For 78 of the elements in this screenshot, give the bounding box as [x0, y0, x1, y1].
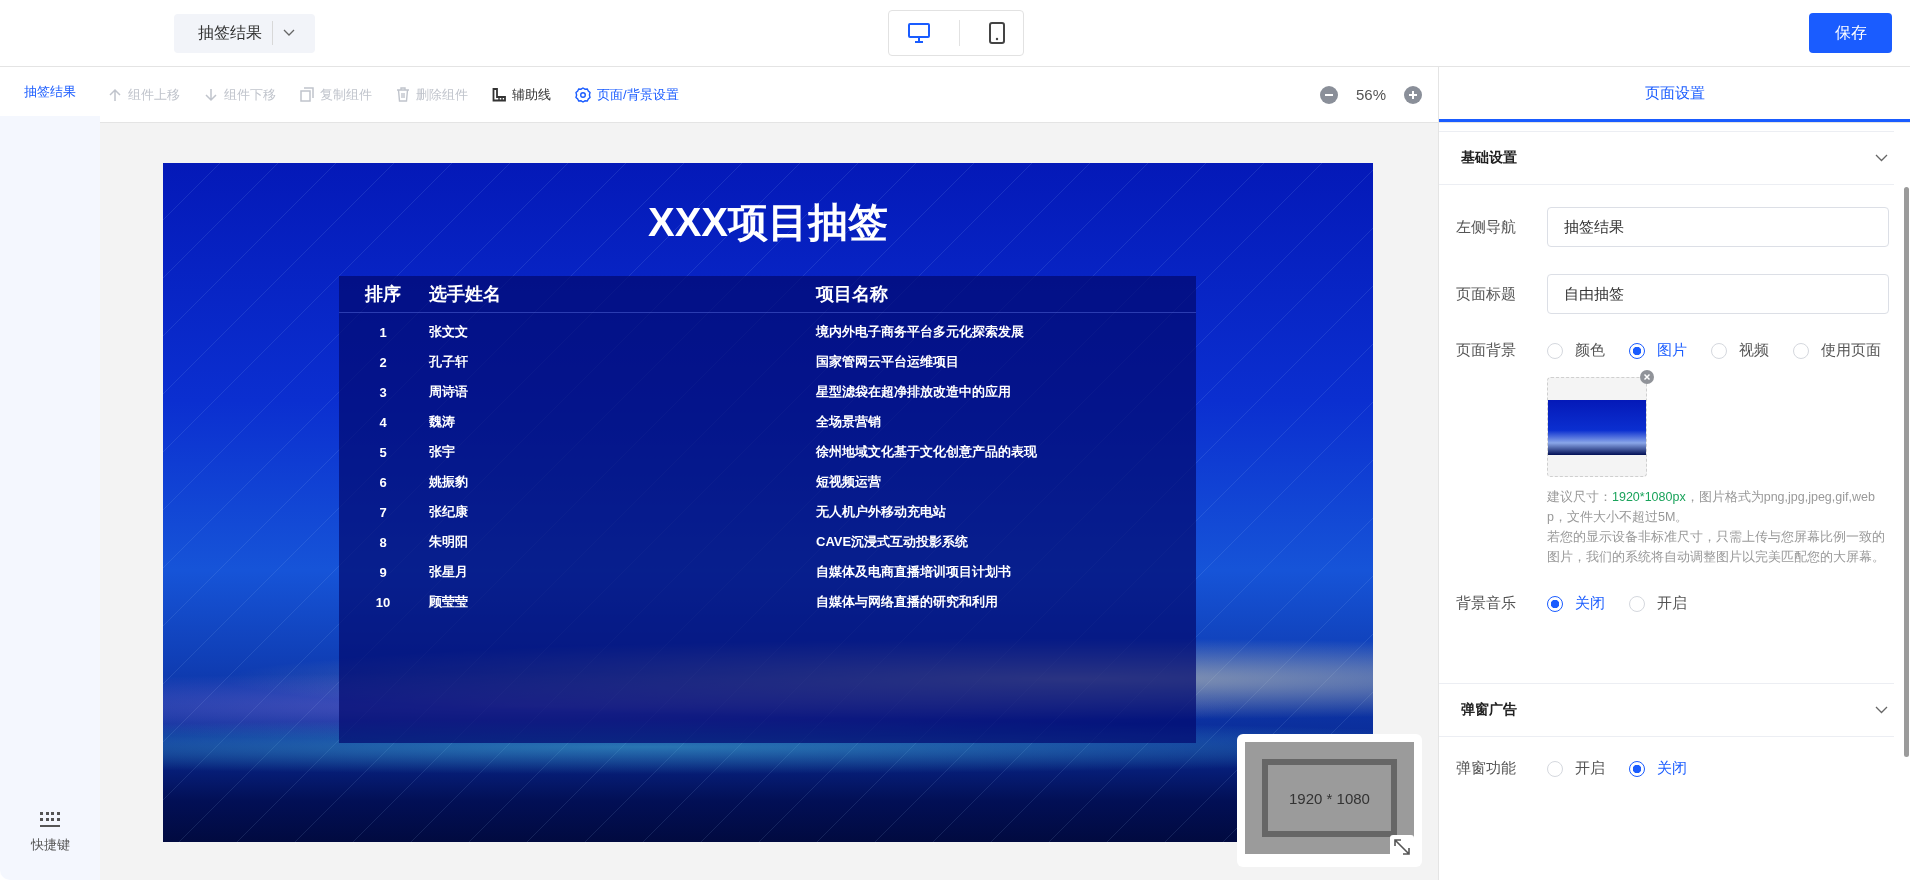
table-cell-text: 张星月 [428, 563, 469, 581]
ruler-icon [492, 87, 506, 102]
image-upload-box[interactable] [1547, 377, 1647, 477]
column-header: 排序 [364, 283, 402, 306]
table-cell-text: 朱明阳 [428, 533, 469, 551]
radio-option[interactable]: 视频 [1711, 341, 1769, 360]
table-cell-text: 自媒体及电商直播培训项目计划书 [816, 563, 1012, 581]
table-cell-text: 境内外电子商务平台多元化探索发展 [816, 323, 1025, 341]
radio-option[interactable]: 关闭 [1629, 759, 1687, 778]
settings-icon [575, 86, 591, 103]
radio-option[interactable]: 颜色 [1547, 341, 1605, 360]
chevron-down-icon [1875, 154, 1888, 162]
radio-option[interactable]: 关闭 [1547, 594, 1605, 613]
table-cell-text: 8 [378, 534, 388, 550]
zoom-out-icon[interactable] [1319, 85, 1338, 104]
field-label: 页面背景 [1456, 341, 1517, 360]
save-button[interactable]: 保存 [1809, 13, 1892, 53]
zoom-in-icon[interactable] [1404, 85, 1422, 104]
table-cell-text: 短视频运营 [816, 473, 882, 491]
table-cell-text: 7 [378, 504, 388, 520]
text-field[interactable]: 抽签结果 [1547, 207, 1889, 247]
text-field[interactable]: 自由抽签 [1547, 274, 1889, 314]
table-cell-text: 5 [378, 444, 388, 460]
table-cell-text: 3 [378, 384, 388, 400]
chevron-down-icon [283, 29, 295, 37]
table-cell-text: 10 [374, 594, 392, 610]
field-label: 左侧导航 [1456, 217, 1517, 237]
remove-icon[interactable] [1640, 370, 1654, 384]
column-header: 项目名称 [816, 283, 889, 306]
radio-option[interactable]: 使用页面 [1793, 341, 1881, 360]
table-cell-text: 魏涛 [428, 413, 456, 431]
page-select[interactable]: 抽签结果 [174, 13, 315, 53]
table-cell-text: 1 [378, 324, 388, 340]
table-cell-text: 4 [378, 414, 388, 430]
table-cell-text: 周诗语 [428, 383, 469, 401]
table-cell-text: 9 [378, 564, 388, 580]
table-cell-text: 姚振豹 [428, 473, 469, 491]
table-cell-text: 6 [378, 474, 388, 490]
table-cell-text: 自媒体与网络直播的研究和利用 [816, 593, 999, 611]
arrow-down-icon [204, 87, 218, 102]
section-header[interactable]: 弹窗广告 [1439, 683, 1894, 737]
radio-option[interactable]: 图片 [1629, 341, 1687, 360]
keyboard-icon [39, 811, 61, 828]
canvas-title: XXX项目抽签 [646, 199, 889, 246]
scrollbar[interactable] [1904, 187, 1909, 757]
table-cell-text: 国家管网云平台运维项目 [816, 353, 960, 371]
column-header: 选手姓名 [428, 283, 502, 306]
hint-text: 建议尺寸：1920*1080px，图片格式为png,jpg,jpeg,gif,webp，文件大小不超过5M。 [1547, 489, 1876, 526]
table-cell-text: 张宇 [428, 443, 456, 461]
viewport-frame: 1920 * 1080 [1262, 759, 1397, 837]
toolbar-button[interactable]: 辅助线 [492, 85, 551, 104]
field-label: 弹窗功能 [1456, 759, 1517, 778]
table-cell-text: 星型滤袋在超净排放改造中的应用 [816, 383, 1012, 401]
copy-icon [300, 87, 314, 102]
table-cell-text: 张纪康 [428, 503, 469, 521]
monitor-icon [907, 23, 930, 43]
radio-option[interactable]: 开启 [1629, 594, 1687, 613]
phone-icon [988, 22, 1005, 44]
shortcut-button[interactable]: 快捷键 [0, 811, 100, 854]
table-cell-text: 2 [378, 354, 388, 370]
table-cell-text: 顾莹莹 [428, 593, 469, 611]
toolbar-button[interactable]: 页面/背景设置 [575, 85, 679, 104]
field-label: 页面标题 [1456, 284, 1517, 304]
section-header[interactable]: 基础设置 [1439, 131, 1894, 185]
table-cell-text: CAVE沉浸式互动投影系统 [816, 533, 970, 551]
table-cell-text: 全场景营销 [816, 413, 882, 431]
table-cell-text: 张文文 [428, 323, 469, 341]
table-cell-text: 孔子轩 [428, 353, 469, 371]
sidebar-item[interactable]: 抽签结果 [0, 67, 100, 116]
tab[interactable]: 页面设置 [1439, 67, 1910, 122]
chevron-down-icon [1875, 706, 1888, 714]
table-cell-text: 徐州地域文化基于文化创意产品的表现 [816, 443, 1038, 461]
field-label: 背景音乐 [1456, 594, 1517, 613]
radio-option[interactable]: 开启 [1547, 759, 1605, 778]
trash-icon [396, 87, 410, 102]
zoom-level: 56% [1355, 86, 1386, 103]
arrow-up-icon [108, 87, 122, 102]
table-cell-text: 无人机户外移动充电站 [816, 503, 947, 521]
